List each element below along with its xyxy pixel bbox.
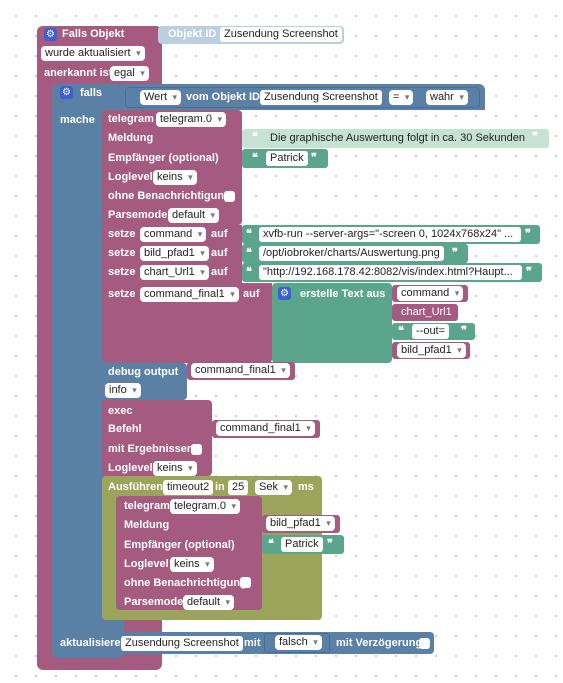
update-object-field[interactable]: Zusendung Screenshot — [121, 636, 243, 651]
timeout-name-field[interactable]: timeout2 — [163, 480, 214, 495]
quote-open-icon: ❝ — [246, 228, 252, 240]
set-value-field-command[interactable]: xvfb-run --server-args="-screen 0, 1024x… — [259, 227, 521, 242]
telegram2-message-dropdown[interactable]: bild_pfad1 — [266, 516, 335, 531]
set-label: setze — [108, 288, 136, 300]
telegram2-recipient-label: Empfänger (optional) — [124, 539, 235, 551]
join-item-chart-url1-label: chart_Url1 — [401, 306, 452, 318]
join-item-command-dropdown[interactable]: command — [397, 286, 464, 301]
join-item-out-field[interactable]: --out= — [412, 324, 450, 339]
quote-close-icon: ❞ — [311, 152, 317, 164]
telegram2-recipient-field[interactable]: Patrick — [281, 537, 323, 552]
set-value-field-chart-url1[interactable]: "http://192.168.178.42:8082/vis/index.ht… — [259, 265, 522, 280]
telegram1-parsemode-dropdown[interactable]: default — [168, 208, 220, 223]
telegram1-instance-dropdown[interactable]: telegram.0 — [156, 112, 226, 127]
telegram1-message-field[interactable]: Die graphische Auswertung folgt in ca. 3… — [266, 131, 529, 146]
update-delay-label: mit Verzögerung — [336, 637, 423, 649]
set-label: setze — [108, 266, 136, 278]
if-label: falls — [80, 87, 103, 99]
telegram1-parsemode-label: Parsemode — [108, 209, 168, 221]
cond-object-field[interactable]: Zusendung Screenshot — [260, 90, 382, 105]
do-label: mache — [60, 114, 95, 126]
timeout-label: Ausführen — [108, 481, 163, 493]
set-var-dropdown-chart-url1[interactable]: chart_Url1 — [140, 265, 209, 280]
set-label: setze — [108, 228, 136, 240]
telegram1-recipient-field[interactable]: Patrick — [266, 151, 308, 166]
telegram2-no-notify-label: ohne Benachrichtigung — [124, 577, 247, 589]
gear-icon[interactable]: ⚙ — [278, 287, 291, 300]
debug-var-dropdown[interactable]: command_final1 — [191, 363, 290, 378]
gear-icon[interactable]: ⚙ — [60, 86, 73, 99]
object-id-label: Objekt ID — [168, 28, 217, 40]
ack-label: anerkannt ist — [44, 67, 113, 79]
quote-open-icon: ❝ — [246, 266, 252, 278]
telegram1-loglevel-dropdown[interactable]: keins — [153, 170, 197, 185]
set-to-label: auf — [211, 247, 228, 259]
gear-icon[interactable]: ⚙ — [44, 28, 57, 41]
set-value-field-bild-pfad1[interactable]: /opt/iobroker/charts/Auswertung.png — [259, 246, 444, 261]
update-delay-checkbox[interactable] — [419, 638, 430, 649]
timeout-value-field[interactable]: 25 — [228, 480, 249, 495]
set-var-dropdown-bild-pfad1[interactable]: bild_pfad1 — [140, 246, 209, 261]
telegram1-label: telegram — [108, 113, 154, 125]
quote-close-icon: ❞ — [452, 247, 458, 259]
update-with-label: mit — [244, 637, 261, 649]
ack-dropdown[interactable]: egal — [110, 66, 149, 81]
trigger-dropdown[interactable]: wurde aktualisiert — [41, 46, 145, 61]
quote-open-icon: ❝ — [246, 247, 252, 259]
update-label: aktualisiere — [60, 637, 121, 649]
set-var-dropdown-command[interactable]: command — [140, 227, 207, 242]
telegram1-no-notify-label: ohne Benachrichtigung — [108, 190, 231, 202]
exec-label: exec — [108, 405, 133, 417]
telegram2-parsemode-dropdown[interactable]: default — [183, 595, 235, 610]
telegram2-message-label: Meldung — [124, 519, 170, 531]
exec-results-checkbox[interactable] — [191, 444, 202, 455]
timeout-unit-dropdown[interactable]: Sek — [255, 480, 292, 495]
telegram1-message-label: Meldung — [108, 132, 154, 144]
telegram1-loglevel-label: Loglevel — [108, 171, 153, 183]
debug-level-dropdown[interactable]: info — [105, 383, 141, 398]
set-label: setze — [108, 247, 136, 259]
set-to-label: auf — [211, 266, 228, 278]
telegram2-instance-dropdown[interactable]: telegram.0 — [170, 499, 240, 514]
timeout-in-label: in — [215, 481, 225, 493]
update-value-dropdown[interactable]: falsch — [275, 635, 322, 650]
exec-command-dropdown[interactable]: command_final1 — [216, 421, 315, 436]
event-title: Falls Objekt — [62, 28, 125, 40]
telegram2-loglevel-dropdown[interactable]: keins — [170, 557, 214, 572]
telegram1-no-notify-checkbox[interactable] — [224, 191, 235, 202]
cond-value-dropdown[interactable]: wahr — [426, 90, 468, 105]
object-id-field[interactable]: Zusendung Screenshot — [220, 27, 342, 42]
timeout-ms-label: ms — [298, 481, 314, 493]
telegram1-recipient-label: Empfänger (optional) — [108, 152, 219, 164]
cond-from-label: vom Objekt ID — [186, 91, 260, 103]
exec-loglevel-dropdown[interactable]: keins — [153, 461, 197, 476]
exec-results-label: mit Ergebnissen — [108, 443, 194, 455]
telegram2-label: telegram — [124, 500, 170, 512]
quote-close-icon: ❞ — [327, 538, 333, 550]
quote-close-icon: ❞ — [461, 325, 467, 337]
cond-prop-dropdown[interactable]: Wert — [140, 90, 182, 105]
quote-open-icon: ❝ — [398, 325, 404, 337]
create-text-label: erstelle Text aus — [300, 288, 386, 300]
telegram2-no-notify-checkbox[interactable] — [240, 577, 251, 588]
exec-loglevel-label: Loglevel — [108, 462, 153, 474]
telegram2-parsemode-label: Parsemode — [124, 596, 184, 608]
exec-command-label: Befehl — [108, 423, 142, 435]
quote-close-icon: ❞ — [526, 266, 532, 278]
quote-close-icon: ❞ — [525, 228, 531, 240]
quote-open-icon: ❝ — [268, 538, 274, 550]
quote-open-icon: ❝ — [252, 131, 258, 143]
telegram2-loglevel-label: Loglevel — [124, 558, 169, 570]
quote-open-icon: ❝ — [252, 152, 258, 164]
debug-label: debug output — [108, 366, 179, 378]
join-item-bild-pfad1-dropdown[interactable]: bild_pfad1 — [397, 343, 466, 358]
set-to-label: auf — [211, 228, 228, 240]
set-var-dropdown-command-final1[interactable]: command_final1 — [140, 287, 239, 302]
quote-close-icon: ❞ — [532, 131, 538, 143]
set-to-label: auf — [243, 288, 260, 300]
cond-operator-dropdown[interactable]: = — [389, 90, 414, 105]
